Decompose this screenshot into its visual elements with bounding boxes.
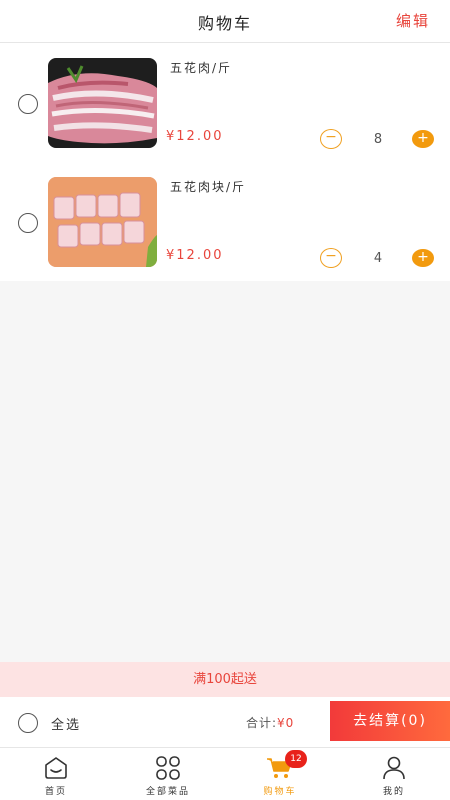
pork-belly-slices-image <box>48 58 157 148</box>
plus-icon: + <box>417 249 429 265</box>
tab-cart[interactable]: 12 购物车 <box>224 748 336 800</box>
item-name: 五花肉块/斤 <box>170 180 247 194</box>
edit-button[interactable]: 编辑 <box>396 10 430 31</box>
item-name: 五花肉/斤 <box>170 61 233 75</box>
tab-home[interactable]: 首页 <box>0 748 112 800</box>
item-price: ¥12.00 <box>166 129 224 144</box>
tab-label: 我的 <box>382 787 405 797</box>
user-icon <box>383 756 405 780</box>
select-all-radio[interactable] <box>18 713 38 733</box>
quantity-value: 8 <box>373 132 383 147</box>
cart-item: 五花肉/斤 ¥12.00 − 8 + <box>0 43 450 162</box>
total-label: 合计: <box>246 716 278 730</box>
tab-all-dishes[interactable]: 全部菜品 <box>112 748 224 800</box>
cart-item: 五花肉块/斤 ¥12.00 − 4 + <box>0 162 450 281</box>
cart-list: 五花肉/斤 ¥12.00 − 8 + 五花肉块/斤 ¥12.00 − 4 + <box>0 43 450 281</box>
tab-profile[interactable]: 我的 <box>338 748 450 800</box>
decrease-quantity-button[interactable]: − <box>320 248 342 268</box>
home-icon <box>45 757 67 779</box>
minus-icon: − <box>325 129 337 145</box>
tab-label: 首页 <box>44 787 67 797</box>
checkout-button[interactable]: 去结算(0) <box>330 701 450 741</box>
increase-quantity-button[interactable]: + <box>412 249 434 267</box>
minus-icon: − <box>325 248 337 264</box>
pork-belly-cubes-image <box>48 177 157 267</box>
item-select-radio[interactable] <box>18 213 38 233</box>
select-all-label[interactable]: 全选 <box>51 714 81 733</box>
item-select-radio[interactable] <box>18 94 38 114</box>
page-title: 购物车 <box>197 14 252 33</box>
min-order-banner: 满100起送 <box>0 662 450 697</box>
cart-count-badge: 12 <box>285 750 307 768</box>
grid-icon <box>156 756 180 780</box>
bottom-tab-bar: 首页 全部菜品 12 购物车 我的 <box>0 747 450 800</box>
increase-quantity-button[interactable]: + <box>412 130 434 148</box>
plus-icon: + <box>417 130 429 146</box>
header-bar: 购物车 编辑 <box>0 0 450 43</box>
tab-label: 全部菜品 <box>145 787 190 797</box>
tab-label: 购物车 <box>263 787 297 797</box>
checkout-bar: 全选 合计:¥0 去结算(0) <box>0 697 450 747</box>
total-value: ¥0 <box>277 716 295 730</box>
total-summary: 合计:¥0 <box>246 714 294 731</box>
quantity-value: 4 <box>373 251 383 266</box>
item-price: ¥12.00 <box>166 248 224 263</box>
decrease-quantity-button[interactable]: − <box>320 129 342 149</box>
